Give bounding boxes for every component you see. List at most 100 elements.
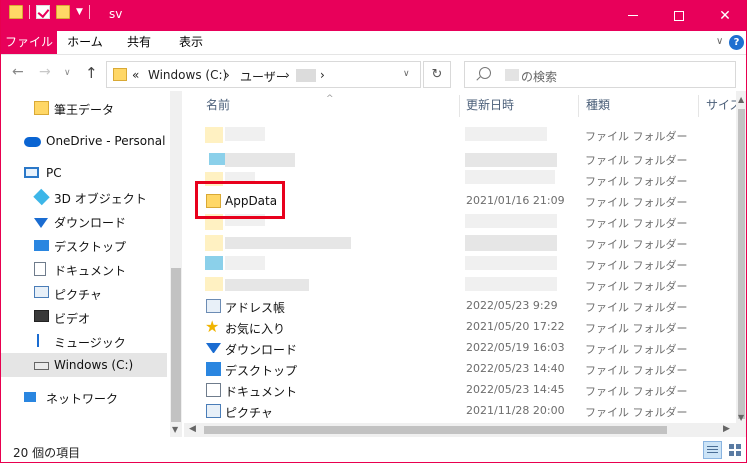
breadcrumb-users[interactable]: ユーザー [240,68,288,85]
file-type: ファイル フォルダー [585,154,688,167]
close-button[interactable]: ✕ [702,0,746,31]
customize-toolbar-dropdown[interactable]: ▼ [76,7,83,17]
file-date: 2021/05/20 17:22 [466,320,565,333]
sidebar-item-fudeo-data[interactable]: 筆王データ [1,96,167,120]
up-arrow-icon[interactable]: ↑ [85,64,98,82]
file-list-scrollbar-thumb[interactable] [738,109,745,419]
sidebar-item-onedrive[interactable]: OneDrive - Personal [1,129,167,153]
sidebar-item-downloads[interactable]: ダウンロード [1,209,167,233]
table-row[interactable]: ファイル フォルダー [197,149,731,170]
sidebar-item-documents[interactable]: ドキュメント [1,257,167,281]
folder-icon [205,235,223,251]
search-input[interactable]: の検索 [464,61,736,88]
sidebar-item-pc[interactable]: PC [1,161,167,185]
address-bar[interactable]: « Windows (C:) › ユーザー › › ∨ [106,61,421,88]
maximize-button[interactable] [656,0,702,31]
redacted-name [225,153,295,167]
file-type: ファイル フォルダー [585,196,688,209]
sidebar-item-music[interactable]: ミュージック [1,329,167,353]
sidebar-scroll-down-icon[interactable]: ▼ [172,425,178,434]
sidebar-item-pictures[interactable]: ピクチャ [1,281,167,305]
details-view-icon[interactable] [703,441,722,459]
file-date: 2022/05/23 9:29 [466,299,558,312]
redacted-name [225,237,351,249]
tab-home[interactable]: ホーム [63,31,107,54]
folder-icon [205,127,223,143]
table-row[interactable]: ファイル フォルダー [197,125,731,146]
sidebar-item-videos[interactable]: ビデオ [1,305,167,329]
file-name: ダウンロード [225,343,298,357]
sidebar-scrollbar-thumb[interactable] [171,268,181,422]
forward-arrow-icon[interactable]: → [39,64,51,80]
file-name: お気に入り [225,322,286,336]
tab-file[interactable]: ファイル [1,31,57,54]
recent-locations-chevron-icon[interactable]: ∨ [64,68,71,78]
column-header-type[interactable]: 種類 [586,96,610,113]
address-dropdown-chevron-icon[interactable]: ∨ [403,69,410,79]
drive-icon [34,362,49,370]
folder-icon [205,277,223,291]
table-row-documents[interactable]: ドキュメント 2022/05/23 14:45 ファイル フォルダー [197,380,731,401]
sidebar-item-3d-objects[interactable]: 3D オブジェクト [1,185,167,209]
back-arrow-icon[interactable]: ← [12,64,24,80]
scroll-left-icon[interactable]: ◀ [189,424,196,434]
file-name: ドキュメント [225,385,298,399]
new-folder-icon[interactable] [56,5,70,19]
table-row[interactable]: ファイル フォルダー [197,233,731,254]
redacted-date [465,127,547,141]
status-bar: 20 個の項目 [1,437,746,462]
star-icon: ★ [205,317,220,336]
sidebar-item-network[interactable]: ネットワーク [1,385,167,409]
column-separator[interactable] [698,95,699,117]
tab-share[interactable]: 共有 [119,31,159,54]
scroll-right-icon[interactable]: ▶ [723,424,730,434]
grid-cell [736,451,741,456]
table-row-favorites[interactable]: ★ お気に入り 2021/05/20 17:22 ファイル フォルダー [197,317,731,338]
network-icon [24,392,36,402]
table-row-downloads[interactable]: ダウンロード 2022/05/19 16:03 ファイル フォルダー [197,338,731,359]
scroll-up-icon[interactable]: ▲ [738,95,744,104]
breadcrumb-separator[interactable]: › [285,68,290,82]
large-icons-view-icon[interactable] [726,441,744,459]
grid-cell [729,444,734,449]
sidebar-item-label: デスクトップ [54,240,127,254]
grid-cell [736,444,741,449]
tab-view[interactable]: 表示 [171,31,211,54]
sidebar-item-desktop[interactable]: デスクトップ [1,233,167,257]
table-row-pictures[interactable]: ピクチャ 2021/11/28 20:00 ファイル フォルダー [197,401,731,422]
column-header-date[interactable]: 更新日時 [466,96,514,113]
table-row[interactable]: ファイル フォルダー [197,254,731,275]
column-header-name[interactable]: 名前 [206,96,230,113]
minimize-button[interactable] [610,0,656,31]
file-type: ファイル フォルダー [585,364,688,377]
explorer-window: ▼ sv ✕ ファイル ホーム 共有 表示 ∨ ? ← → ∨ ↑ « Wind… [0,0,747,463]
breadcrumb-drive[interactable]: Windows (C:) [148,68,227,82]
folder-icon [113,68,127,81]
file-type: ファイル フォルダー [585,280,688,293]
table-row[interactable]: ファイル フォルダー [197,275,731,296]
column-separator[interactable] [578,95,579,117]
sidebar-item-windows-c[interactable]: Windows (C:) [1,353,167,377]
help-icon[interactable]: ? [729,35,744,50]
folder-icon[interactable] [9,5,23,19]
horizontal-scrollbar-thumb[interactable] [204,426,667,434]
scroll-down-icon[interactable]: ▼ [738,413,744,422]
sidebar-item-label: 筆王データ [54,103,115,117]
breadcrumb-overflow[interactable]: « [132,68,139,82]
table-row-address-book[interactable]: アドレス帳 2022/05/23 9:29 ファイル フォルダー [197,296,731,317]
sidebar-item-label: OneDrive - Personal [46,134,166,148]
sort-ascending-icon: ^ [326,94,334,104]
properties-icon[interactable] [36,5,50,19]
breadcrumb-separator[interactable]: › [225,68,230,82]
breadcrumb-separator[interactable]: › [320,68,325,82]
table-row-desktop[interactable]: デスクトップ 2022/05/23 14:40 ファイル フォルダー [197,359,731,380]
close-icon: ✕ [719,7,731,24]
column-separator[interactable] [459,95,460,117]
redacted-date [465,256,557,270]
expand-ribbon-chevron-icon[interactable]: ∨ [716,36,723,47]
breadcrumb-user-redacted[interactable] [296,69,316,82]
sidebar-item-label: ドキュメント [54,264,127,278]
refresh-button[interactable]: ↻ [423,61,451,88]
sidebar-item-label: ビデオ [54,312,91,326]
sidebar-item-label: ミュージック [54,336,126,350]
